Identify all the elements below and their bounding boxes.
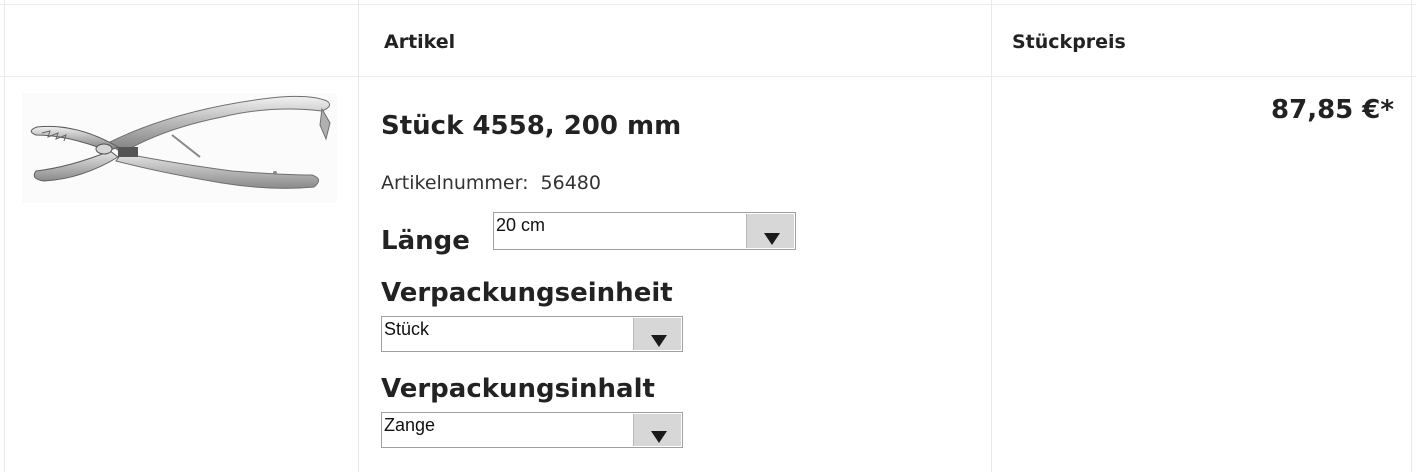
product-table: Artikel Stückpreis Stück 4558, 200 mm Ar… bbox=[0, 0, 1416, 472]
article-number-value: 56480 bbox=[540, 172, 601, 194]
product-image[interactable] bbox=[22, 93, 337, 203]
option-label-verpackungseinheit: Verpackungseinheit bbox=[381, 278, 673, 308]
column-divider-1 bbox=[358, 0, 359, 472]
select-verpackungsinhalt[interactable]: Zange bbox=[381, 412, 683, 448]
column-header-artikel: Artikel bbox=[384, 31, 456, 53]
column-divider-2 bbox=[991, 0, 992, 472]
select-laenge[interactable]: 20 cm bbox=[493, 212, 796, 250]
select-verpackungseinheit-arrow[interactable] bbox=[633, 318, 681, 350]
article-number-row: Artikelnummer: 56480 bbox=[381, 172, 601, 194]
chevron-down-icon bbox=[651, 431, 667, 443]
chevron-down-icon bbox=[764, 233, 780, 245]
pliers-instrument-icon bbox=[22, 93, 337, 203]
article-number-label: Artikelnummer: bbox=[381, 172, 529, 194]
select-verpackungsinhalt-value: Zange bbox=[384, 415, 436, 435]
column-header-stueckpreis: Stückpreis bbox=[1012, 31, 1126, 53]
product-title: Stück 4558, 200 mm bbox=[381, 111, 682, 141]
unit-price: 87,85 €* bbox=[1271, 95, 1394, 125]
header-divider bbox=[0, 76, 1416, 77]
option-label-laenge: Länge bbox=[381, 226, 470, 256]
select-verpackungsinhalt-arrow[interactable] bbox=[633, 414, 681, 446]
select-verpackungseinheit[interactable]: Stück bbox=[381, 316, 683, 352]
table-top-border bbox=[0, 4, 1416, 5]
table-right-border bbox=[1411, 0, 1412, 472]
select-laenge-arrow[interactable] bbox=[746, 214, 794, 248]
chevron-down-icon bbox=[651, 335, 667, 347]
select-laenge-value: 20 cm bbox=[496, 215, 546, 235]
option-label-verpackungsinhalt: Verpackungsinhalt bbox=[381, 374, 655, 404]
select-verpackungseinheit-value: Stück bbox=[384, 319, 430, 339]
table-left-border bbox=[4, 0, 5, 472]
